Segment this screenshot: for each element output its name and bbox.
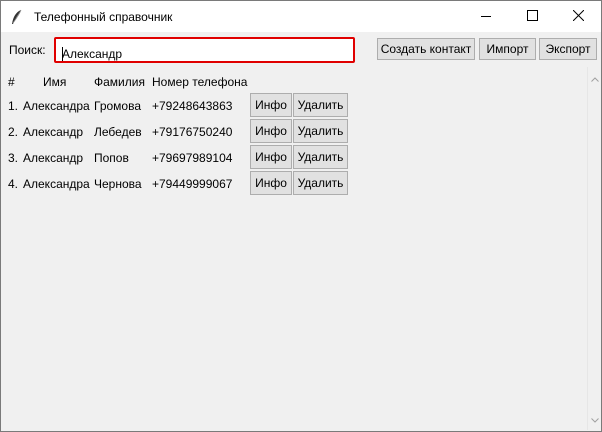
minimize-icon: [481, 10, 491, 24]
search-input[interactable]: Александр: [54, 37, 355, 63]
row-number: 1.: [8, 99, 19, 113]
close-icon: [572, 9, 584, 24]
row-phone: +79176750240: [152, 125, 233, 139]
delete-button[interactable]: Удалить: [293, 93, 348, 117]
info-button[interactable]: Инфо: [250, 119, 292, 143]
scroll-down-arrow-icon[interactable]: [591, 412, 599, 426]
info-button[interactable]: Инфо: [250, 171, 292, 195]
row-surname: Громова: [94, 99, 142, 113]
text-caret: [62, 47, 63, 61]
maximize-button[interactable]: [509, 1, 555, 32]
row-phone: +79697989104: [152, 151, 233, 165]
row-number: 3.: [8, 151, 19, 165]
row-phone: +79449999067: [152, 177, 233, 191]
row-surname: Попов: [94, 151, 129, 165]
delete-button[interactable]: Удалить: [293, 171, 348, 195]
row-number: 2.: [8, 125, 19, 139]
search-input-value: Александр: [62, 47, 123, 61]
info-button[interactable]: Инфо: [250, 145, 292, 169]
delete-button[interactable]: Удалить: [293, 119, 348, 143]
row-surname: Чернова: [94, 177, 142, 191]
row-surname: Лебедев: [94, 125, 142, 139]
row-name: Александр: [23, 151, 84, 165]
row-name: Александр: [23, 125, 84, 139]
vertical-scrollbar[interactable]: [587, 67, 601, 430]
header-surname: Фамилия: [94, 75, 145, 89]
delete-button[interactable]: Удалить: [293, 145, 348, 169]
row-name: Александра: [23, 99, 90, 113]
create-contact-button[interactable]: Создать контакт: [377, 38, 475, 60]
row-number: 4.: [8, 177, 19, 191]
row-name: Александра: [23, 177, 90, 191]
window-title: Телефонный справочник: [34, 10, 173, 24]
header-name: Имя: [43, 75, 67, 89]
header-phone: Номер телефона: [152, 75, 248, 89]
search-label: Поиск:: [9, 43, 46, 57]
import-button[interactable]: Импорт: [479, 38, 536, 60]
minimize-button[interactable]: [463, 1, 509, 32]
scroll-up-arrow-icon[interactable]: [591, 71, 599, 85]
app-window: Телефонный справочник Поиск: Александр С…: [0, 0, 602, 432]
contacts-list: # Имя Фамилия Номер телефона 1. Александ…: [2, 67, 586, 430]
title-bar[interactable]: Телефонный справочник: [1, 1, 601, 32]
row-phone: +79248643863: [152, 99, 233, 113]
header-num: #: [8, 75, 15, 89]
export-button[interactable]: Экспорт: [539, 38, 597, 60]
feather-icon: [10, 9, 24, 25]
close-button[interactable]: [555, 1, 601, 32]
maximize-icon: [526, 9, 538, 24]
info-button[interactable]: Инфо: [250, 93, 292, 117]
